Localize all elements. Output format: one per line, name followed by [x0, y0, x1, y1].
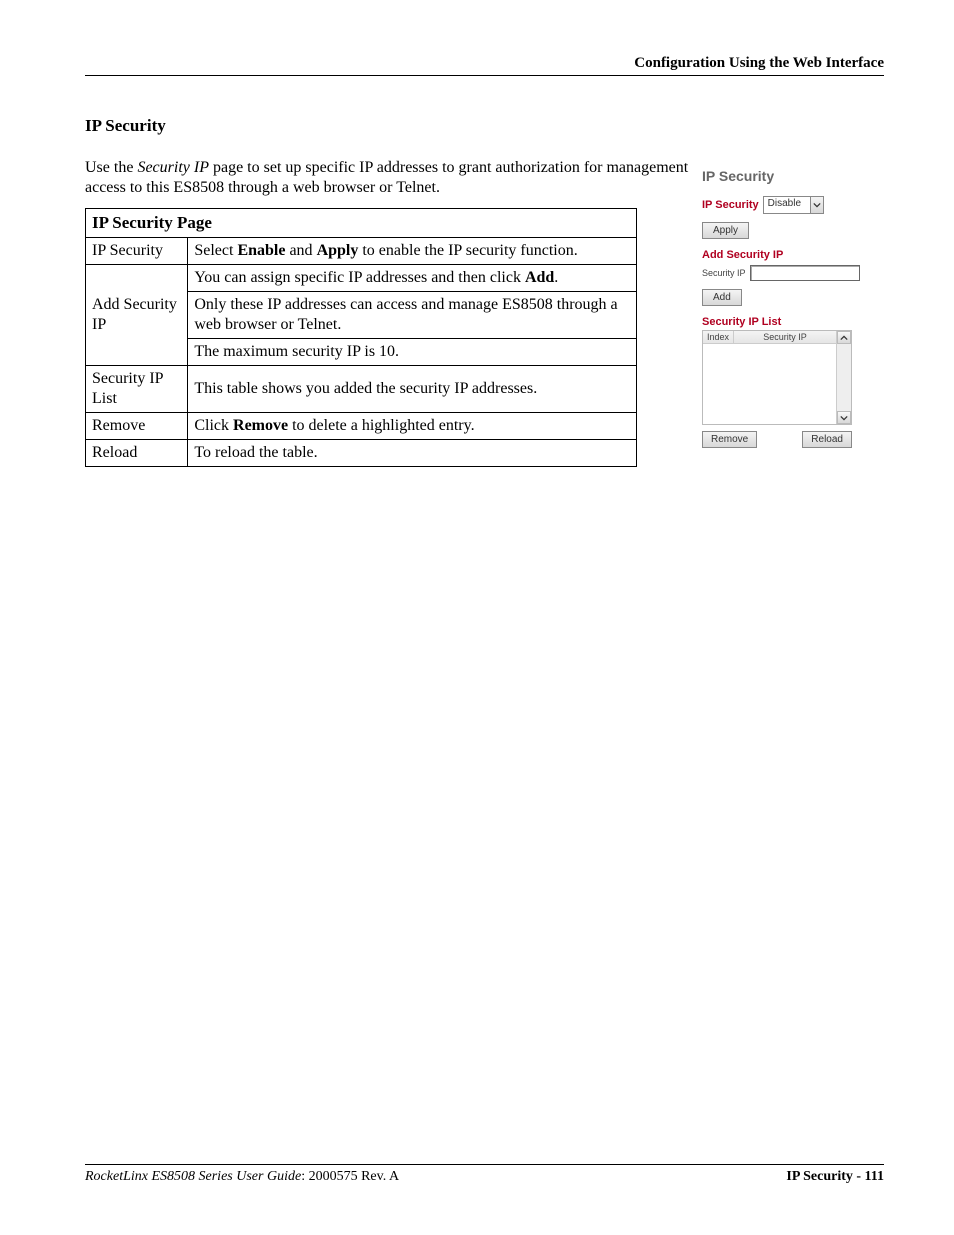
security-ip-input[interactable] — [750, 265, 860, 281]
add-security-heading: Add Security IP — [702, 249, 872, 261]
intro-italic: Security IP — [137, 159, 209, 176]
remove-button[interactable]: Remove — [702, 431, 757, 448]
add-button[interactable]: Add — [702, 289, 742, 306]
table-row-label: IP Security — [86, 238, 188, 265]
intro-paragraph: Use the Security IP page to set up speci… — [85, 158, 690, 198]
list-col-index: Index — [703, 331, 734, 344]
footer-left-italic: RocketLinx ES8508 Series User Guide — [85, 1169, 301, 1184]
list-col-ip: Security IP — [734, 331, 836, 344]
page-header: Configuration Using the Web Interface — [85, 55, 884, 76]
ip-security-label: IP Security — [702, 199, 759, 211]
ip-security-table: IP Security Page IP SecuritySelect Enabl… — [85, 208, 637, 467]
table-row-label: Security IP List — [86, 366, 188, 413]
table-row-label: Reload — [86, 440, 188, 467]
security-ip-field-label: Security IP — [702, 268, 746, 278]
table-row-label: Remove — [86, 413, 188, 440]
section-title: IP Security — [85, 116, 884, 136]
ui-panel-title: IP Security — [702, 168, 872, 184]
table-row-desc: This table shows you added the security … — [188, 366, 637, 413]
apply-button[interactable]: Apply — [702, 222, 749, 239]
chevron-down-icon — [810, 197, 823, 213]
page-footer: RocketLinx ES8508 Series User Guide: 200… — [85, 1164, 884, 1185]
footer-left-rest: : 2000575 Rev. A — [301, 1169, 399, 1184]
security-ip-listbox[interactable]: Index Security IP — [702, 330, 852, 425]
table-row-desc: You can assign specific IP addresses and… — [188, 265, 637, 292]
scroll-up-icon[interactable] — [837, 331, 851, 344]
scroll-down-icon[interactable] — [837, 411, 851, 424]
ip-security-select-value: Disable — [764, 197, 810, 213]
table-row-desc: Select Enable and Apply to enable the IP… — [188, 238, 637, 265]
ui-panel: IP Security IP Security Disable Apply Ad… — [702, 158, 872, 448]
intro-pre: Use the — [85, 159, 137, 176]
table-row-label: Add Security IP — [86, 265, 188, 366]
reload-button[interactable]: Reload — [802, 431, 852, 448]
table-row-desc: To reload the table. — [188, 440, 637, 467]
table-row-desc: Click Remove to delete a highlighted ent… — [188, 413, 637, 440]
footer-right: IP Security - 111 — [786, 1169, 884, 1185]
ip-security-select[interactable]: Disable — [763, 196, 824, 214]
table-row-desc: Only these IP addresses can access and m… — [188, 292, 637, 339]
table-title: IP Security Page — [86, 209, 637, 238]
scroll-track[interactable] — [837, 344, 851, 411]
scrollbar[interactable] — [836, 331, 851, 424]
table-row-desc: The maximum security IP is 10. — [188, 339, 637, 366]
security-ip-list-heading: Security IP List — [702, 316, 872, 328]
